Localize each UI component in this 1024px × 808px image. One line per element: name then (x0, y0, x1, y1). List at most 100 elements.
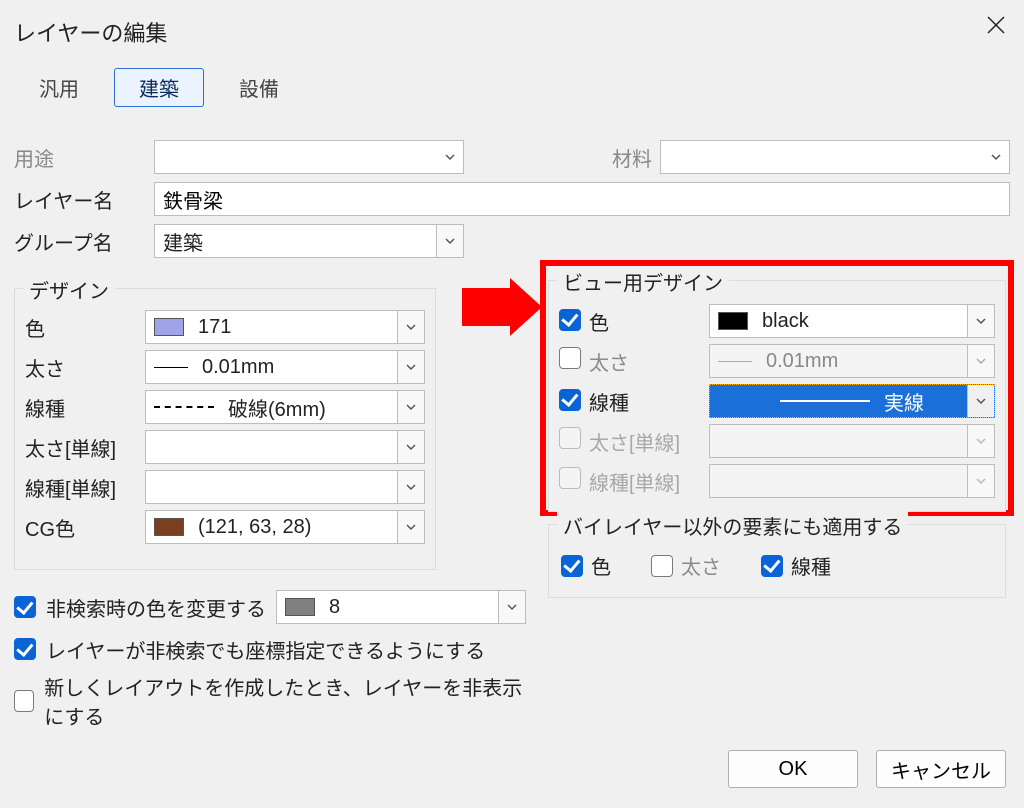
chevron-down-icon (967, 385, 994, 417)
design-thickness-single-combo[interactable] (145, 430, 425, 464)
chevron-down-icon (967, 345, 994, 377)
usage-label: 用途 (14, 143, 154, 172)
view-thickness-checkbox[interactable] (559, 347, 581, 369)
group-name-combo[interactable]: 建築 (154, 224, 464, 258)
group-name-label: グループ名 (14, 227, 154, 256)
opt-allow-coord-label: レイヤーが非検索でも座標指定できるようにする (46, 635, 485, 664)
view-thickness-single-checkbox (559, 427, 581, 449)
close-icon (986, 15, 1006, 35)
tab-equipment[interactable]: 設備 (214, 68, 304, 107)
material-label: 材料 (592, 143, 652, 172)
view-linetype-checkbox[interactable] (559, 389, 581, 411)
design-thickness-combo[interactable]: 0.01mm (145, 350, 425, 384)
view-thickness-single-label: 太さ[単線] (589, 427, 709, 456)
chevron-down-icon (397, 311, 424, 343)
view-linetype-value: 実線 (884, 387, 924, 416)
opt-hide-on-new-layout-checkbox[interactable] (14, 690, 34, 712)
chevron-down-icon (967, 465, 994, 497)
opt-change-color-combo[interactable]: 8 (276, 590, 526, 624)
chevron-down-icon (397, 511, 424, 543)
opt-hide-on-new-layout-label: 新しくレイアウトを作成したとき、レイヤーを非表示にする (44, 672, 534, 730)
tab-general[interactable]: 汎用 (14, 68, 104, 107)
design-group: デザイン 色 171 太さ 0.01mm 線種 破線(6mm) (14, 288, 436, 570)
layer-name-label: レイヤー名 (14, 185, 154, 214)
design-color-value: 171 (198, 316, 231, 339)
design-linetype-single-label: 線種[単線] (25, 473, 145, 502)
bylayer-color-label: 色 (591, 551, 611, 580)
view-color-checkbox[interactable] (559, 309, 581, 331)
opt-allow-coord-checkbox[interactable] (14, 638, 36, 660)
bylayer-linetype-checkbox[interactable] (761, 555, 783, 577)
design-color-combo[interactable]: 171 (145, 310, 425, 344)
group-name-value: 建築 (155, 227, 463, 256)
design-linetype-label: 線種 (25, 393, 145, 422)
dialog-window: レイヤーの編集 汎用 建築 設備 用途 材料 レイヤー名 (0, 0, 1024, 808)
design-thickness-label: 太さ (25, 353, 145, 382)
form-area: 用途 材料 レイヤー名 グループ名 建築 (14, 140, 1010, 266)
line-dash-icon (154, 406, 214, 408)
color-swatch-icon (154, 318, 184, 336)
ok-button[interactable]: OK (728, 750, 858, 788)
view-linetype-single-checkbox (559, 467, 581, 489)
chevron-down-icon (397, 351, 424, 383)
design-cgcolor-value: (121, 63, 28) (198, 516, 311, 539)
design-cgcolor-combo[interactable]: (121, 63, 28) (145, 510, 425, 544)
arrow-annotation-icon (462, 278, 542, 336)
bylayer-color-checkbox[interactable] (561, 555, 583, 577)
layer-name-input-wrapper (154, 182, 1010, 216)
line-thickness-icon (154, 367, 188, 368)
material-combo[interactable] (660, 140, 1010, 174)
design-linetype-single-combo[interactable] (145, 470, 425, 504)
chevron-down-icon (967, 305, 994, 337)
view-linetype-single-combo (709, 464, 995, 498)
color-swatch-icon (154, 518, 184, 536)
bylayer-group-title: バイレイヤー以外の要素にも適用する (557, 511, 908, 540)
chevron-down-icon (436, 225, 463, 257)
view-thickness-label: 太さ (589, 347, 709, 376)
opt-change-color-value: 8 (329, 596, 340, 619)
view-linetype-label: 線種 (589, 387, 709, 416)
bylayer-linetype-label: 線種 (791, 551, 831, 580)
view-color-label: 色 (589, 307, 709, 336)
tab-building[interactable]: 建築 (114, 68, 204, 107)
design-thickness-value: 0.01mm (202, 356, 274, 379)
design-group-title: デザイン (23, 275, 115, 304)
tab-bar: 汎用 建築 設備 (14, 68, 304, 107)
view-design-group: ビュー用デザイン 色 black 太さ 0.01mm 線種 (548, 280, 1006, 512)
design-color-label: 色 (25, 313, 145, 342)
chevron-down-icon (397, 431, 424, 463)
design-linetype-value: 破線(6mm) (228, 393, 326, 422)
chevron-down-icon (437, 141, 463, 173)
opt-change-color-checkbox[interactable] (14, 596, 36, 618)
usage-combo[interactable] (154, 140, 464, 174)
close-button[interactable] (974, 6, 1018, 44)
view-design-group-title: ビュー用デザイン (557, 267, 729, 296)
view-thickness-single-combo (709, 424, 995, 458)
cancel-button[interactable]: キャンセル (876, 750, 1006, 788)
chevron-down-icon (983, 141, 1009, 173)
chevron-down-icon (397, 391, 424, 423)
color-swatch-icon (285, 598, 315, 616)
bylayer-group: バイレイヤー以外の要素にも適用する 色 太さ 線種 (548, 524, 1006, 598)
bylayer-thickness-checkbox[interactable] (651, 555, 673, 577)
view-color-value: black (762, 310, 809, 333)
chevron-down-icon (397, 471, 424, 503)
line-thickness-icon (718, 361, 752, 362)
view-color-combo[interactable]: black (709, 304, 995, 338)
view-linetype-single-label: 線種[単線] (589, 467, 709, 496)
view-thickness-combo[interactable]: 0.01mm (709, 344, 995, 378)
design-linetype-combo[interactable]: 破線(6mm) (145, 390, 425, 424)
bylayer-thickness-label: 太さ (681, 551, 721, 580)
dialog-footer: OK キャンセル (728, 750, 1006, 788)
options-area: 非検索時の色を変更する 8 レイヤーが非検索でも座標指定できるようにする 新しく… (14, 588, 534, 734)
layer-name-input[interactable] (155, 183, 1009, 215)
color-swatch-icon (718, 312, 748, 330)
opt-change-color-label: 非検索時の色を変更する (46, 593, 266, 622)
design-thickness-single-label: 太さ[単線] (25, 433, 145, 462)
design-cgcolor-label: CG色 (25, 513, 145, 542)
chevron-down-icon (498, 591, 525, 623)
dialog-title: レイヤーの編集 (14, 16, 167, 48)
line-solid-icon (780, 400, 870, 402)
view-linetype-combo[interactable]: 実線 (709, 384, 995, 418)
view-thickness-value: 0.01mm (766, 350, 838, 373)
